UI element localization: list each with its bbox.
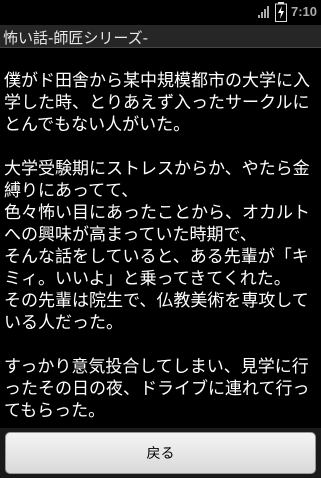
story-paragraph: すっかり意気投合してしまい、見学に行ったその日の夜、ドライブに連れて行ってもらっ… [4,357,310,421]
page-title: 怖い話-師匠シリーズ- [3,29,149,47]
clock: 7:10 [290,4,317,19]
story-paragraph: 大学受験期にストレスからか、やたら金縛りにあってて、 色々怖い目にあったことから… [4,159,310,333]
status-bar: 7:10 [0,0,321,25]
battery-charging-icon [274,2,287,22]
back-button[interactable]: 戻る [5,432,316,474]
signal-icon [257,5,271,19]
status-icons: 7:10 [257,2,317,22]
bottom-bar: 戻る [0,428,321,478]
story-paragraph: 僕がド田舎から某中規模都市の大学に入学した時、とりあえず入ったサークルにとんでも… [4,71,310,135]
story-content[interactable]: 僕がド田舎から某中規模都市の大学に入学した時、とりあえず入ったサークルにとんでも… [0,48,321,426]
title-bar: 怖い話-師匠シリーズ- [0,25,321,48]
